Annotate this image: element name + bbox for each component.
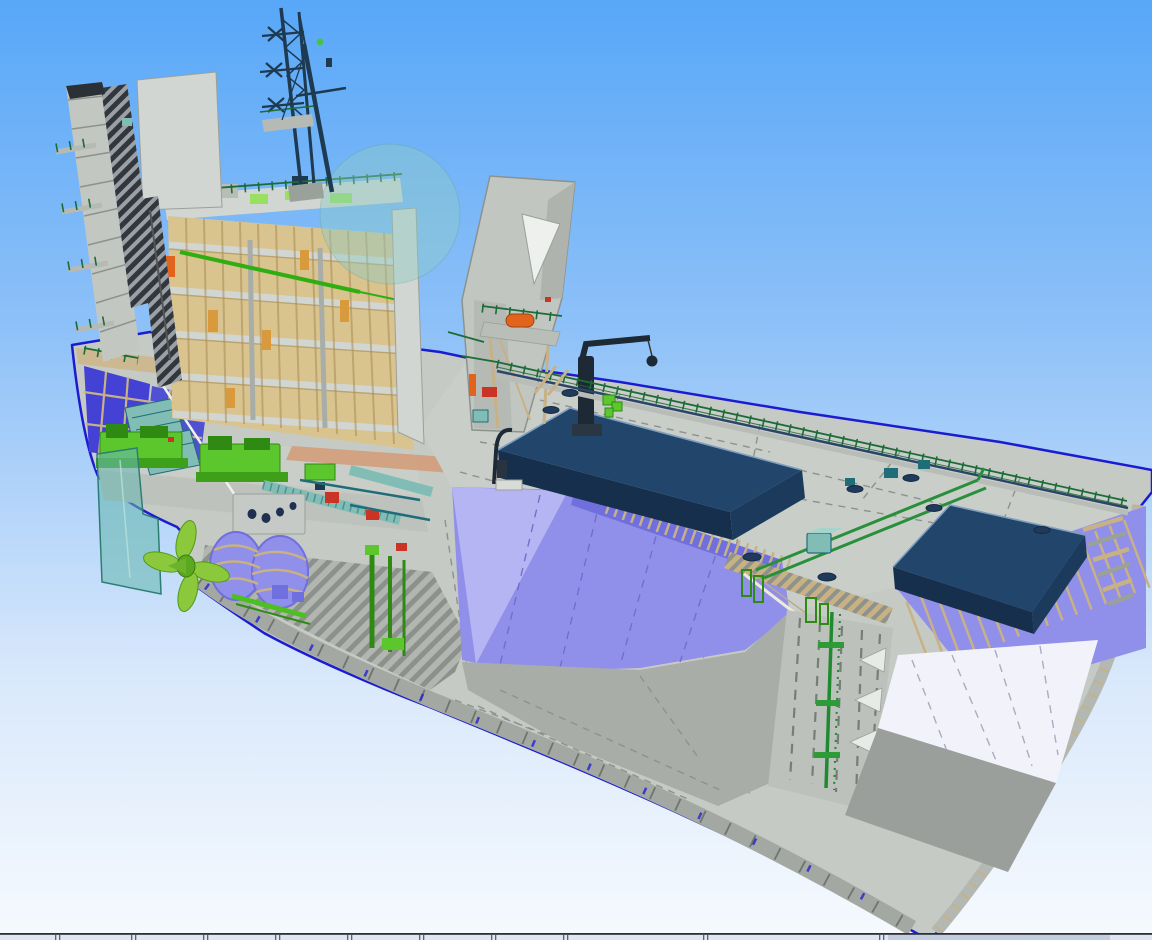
cad-3d-viewport[interactable] [0, 0, 1152, 940]
workshop-box [233, 494, 305, 534]
radome [320, 144, 460, 284]
funnel-back-panel [137, 72, 222, 210]
deck-box-teal [473, 410, 488, 422]
ship-model-scene [0, 0, 1152, 940]
status-bar[interactable] [0, 933, 1152, 940]
liferaft-canister [506, 314, 534, 327]
mast-navigation-light [317, 39, 324, 46]
flag-marker [545, 297, 551, 302]
orange-bollard [469, 374, 476, 396]
teal-fitting [122, 118, 132, 126]
deck-box-red [482, 387, 497, 397]
